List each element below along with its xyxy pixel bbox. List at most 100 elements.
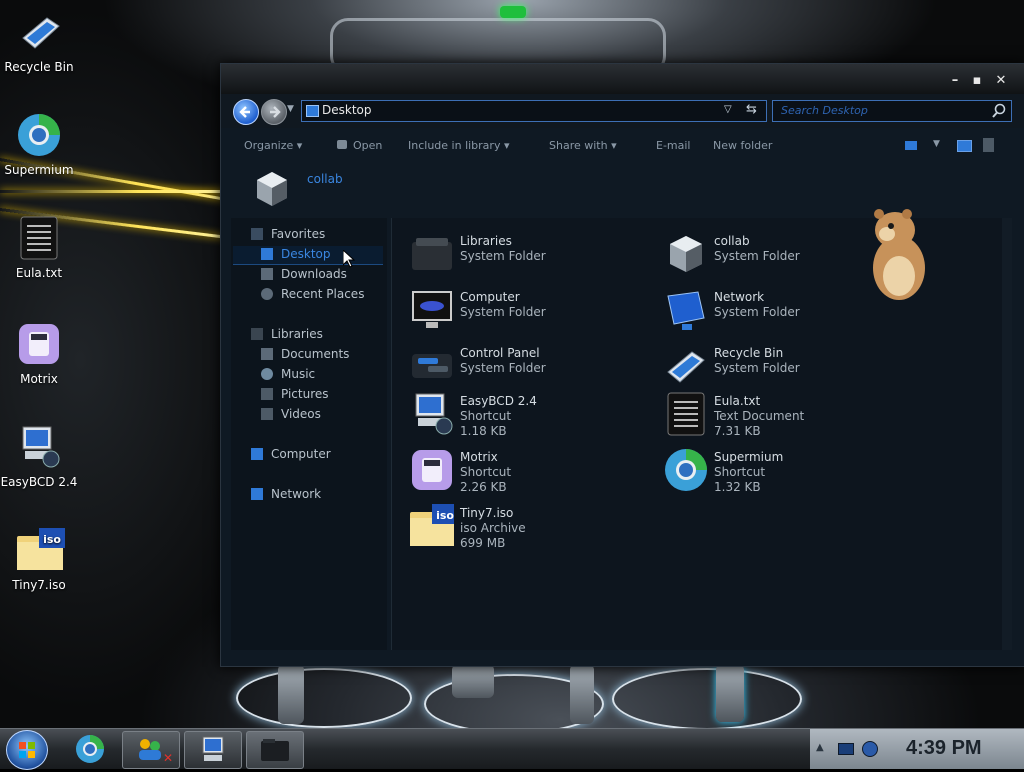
start-button[interactable] [6,730,48,770]
volume-icon[interactable] [862,741,878,757]
taskbar-explorer[interactable] [246,731,304,769]
desktop-icon-label: Recycle Bin [4,60,74,74]
nav-documents[interactable]: Documents [261,346,381,364]
new-folder-button[interactable]: New folder [713,139,772,152]
navigation-pane: Favorites Desktop Downloads Recent Place… [231,218,387,650]
vertical-scrollbar[interactable] [1002,218,1012,650]
nav-videos[interactable]: Videos [261,406,381,424]
view-options-dropdown[interactable]: ▼ [933,139,940,149]
address-dropdown-icon[interactable]: ▽ [724,104,732,115]
close-button[interactable]: ✕ [993,74,1009,88]
file-item[interactable]: iso Tiny7.iso iso Archive 699 MB [410,502,650,554]
change-view-icon[interactable] [905,141,917,150]
svg-text:iso: iso [43,533,61,546]
nav-network[interactable]: Network [251,486,381,504]
display-icon[interactable] [838,743,854,755]
network-icon [251,488,263,500]
back-arrow-icon [239,106,250,118]
robot-leg [278,664,304,724]
computer-icon [412,291,452,328]
file-item[interactable]: Supermium Shortcut 1.32 KB [664,446,904,498]
file-item[interactable]: Computer System Folder [410,286,650,338]
easybcd-icon [17,425,61,469]
address-bar[interactable]: Desktop ▽ ⇆ [301,100,767,122]
computer-icon [251,448,263,460]
desktop-icon-tiny7[interactable]: iso Tiny7.iso [0,528,79,592]
nav-recent-places[interactable]: Recent Places [261,286,381,304]
taskbar-supermium[interactable] [70,731,110,767]
taskbar: ✕ ▲ 4:39 PM [0,728,1024,770]
file-item[interactable]: Motrix Shortcut 2.26 KB [410,446,650,498]
show-hidden-icons-button[interactable]: ▲ [816,742,824,753]
light-beam [0,190,230,193]
desktop-icon-motrix[interactable]: Motrix [0,322,79,386]
hamster-mascot-icon [873,209,925,300]
taskbar-windows-live[interactable]: ✕ [122,731,180,769]
desktop-icon-label: Tiny7.iso [12,578,66,592]
supermium-icon [17,113,61,157]
desktop-icon-label: Eula.txt [15,266,63,280]
motrix-icon [17,322,61,366]
email-button[interactable]: E-mail [656,139,691,152]
nav-music[interactable]: Music [261,366,381,384]
desktop-icon-easybcd[interactable]: EasyBCD 2.4 [0,425,79,489]
window-titlebar[interactable]: – ▪ ✕ [221,64,1024,94]
file-item[interactable]: Libraries System Folder [410,230,650,282]
robot-leg [716,664,744,722]
iso-file-icon: iso [17,528,65,572]
user-folder-icon [670,236,702,272]
include-in-library-button[interactable]: Include in library ▾ [408,139,509,152]
robot-leg [570,664,594,724]
desktop-icon-supermium[interactable]: Supermium [0,113,79,177]
share-with-button[interactable]: Share with ▾ [549,139,617,152]
help-icon[interactable] [983,138,994,152]
windows-logo-icon [19,742,35,758]
file-item[interactable]: Control Panel System Folder [410,342,650,394]
motrix-icon [412,450,452,490]
iso-file-icon: iso [410,504,454,546]
user-folder-icon [257,172,287,206]
users-icon: ✕ [139,739,173,765]
nav-desktop[interactable]: Desktop [233,246,383,265]
maximize-button[interactable]: ▪ [969,74,985,88]
file-item[interactable]: Recycle Bin System Folder [664,342,904,394]
open-button[interactable]: Open [337,139,382,152]
file-item[interactable]: Eula.txt Text Document 7.31 KB [664,390,904,442]
search-input[interactable]: Search Desktop [772,100,1012,122]
user-folder-name[interactable]: collab [307,172,343,186]
desktop-icon-label: Motrix [20,372,58,386]
svg-text:iso: iso [436,509,454,522]
libraries-icon [412,238,452,270]
organize-button[interactable]: Organize ▾ [244,139,302,152]
taskbar-clock[interactable]: 4:39 PM [906,737,982,760]
downloads-icon [261,268,273,280]
desktop-icon-eula[interactable]: Eula.txt [0,216,79,280]
refresh-icon[interactable]: ⇆ [746,102,757,117]
nav-favorites[interactable]: Favorites [251,226,381,244]
text-document-icon [667,392,705,436]
recent-places-icon [261,288,273,300]
command-bar: Organize ▾ Open Include in library ▾ Sha… [221,128,1024,164]
file-item[interactable]: EasyBCD 2.4 Shortcut 1.18 KB [410,390,650,442]
supermium-icon [665,449,707,491]
videos-icon [261,408,273,420]
nav-pictures[interactable]: Pictures [261,386,381,404]
libraries-icon [251,328,263,340]
control-panel-icon [412,354,452,378]
nav-downloads[interactable]: Downloads [261,266,381,284]
music-icon [261,368,273,380]
nav-libraries[interactable]: Libraries [251,326,381,344]
recent-pages-dropdown[interactable]: ▼ [287,104,294,114]
open-icon [337,140,347,149]
desktop-icon-label: EasyBCD 2.4 [0,475,78,489]
forward-button[interactable] [261,99,287,125]
nav-computer[interactable]: Computer [251,446,381,464]
search-icon[interactable] [991,103,1007,119]
desktop-icon-recycle-bin[interactable]: Recycle Bin [0,10,79,74]
recycle-bin-icon [17,10,61,54]
taskbar-easybcd[interactable] [184,731,242,769]
preview-pane-icon[interactable] [957,140,972,152]
documents-icon [261,348,273,360]
back-button[interactable] [233,99,259,125]
minimize-button[interactable]: – [947,74,963,88]
